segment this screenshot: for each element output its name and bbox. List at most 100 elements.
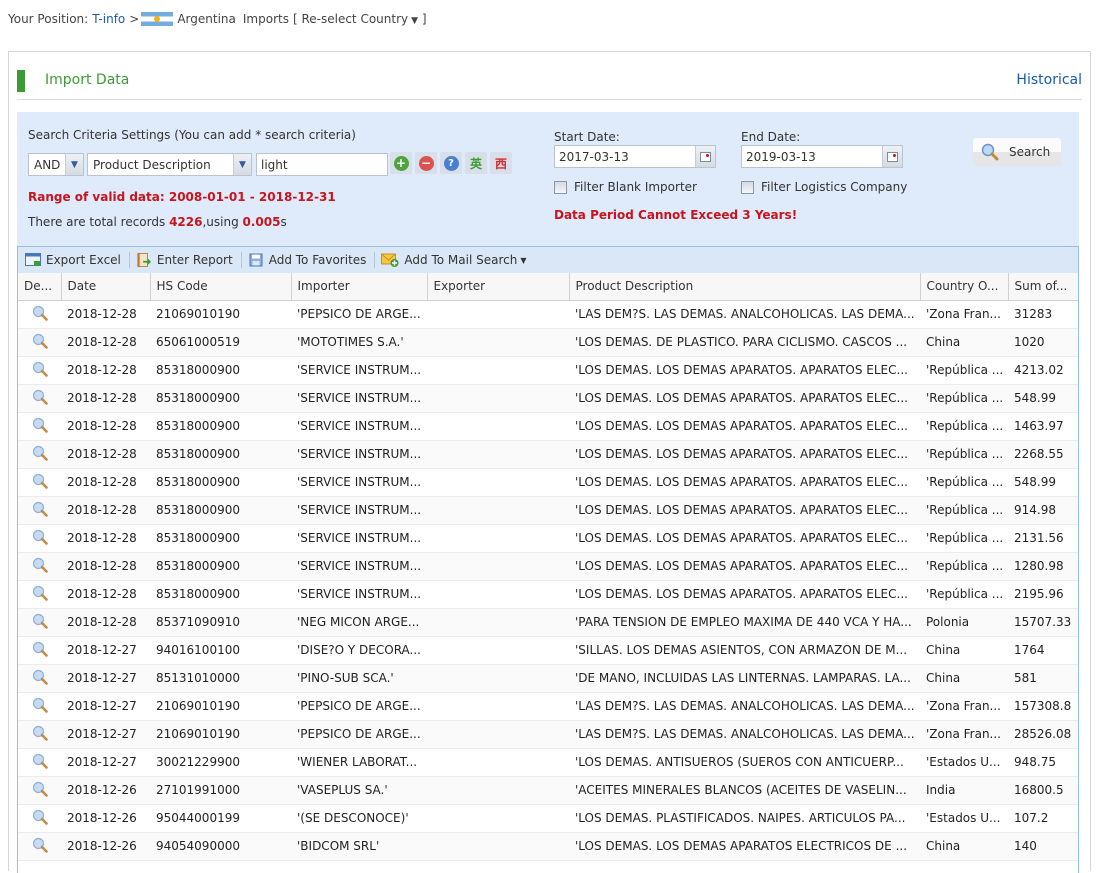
grid-toolbar: Export Excel Enter Report Add To Favorit… [17,246,1079,273]
english-translate-button[interactable]: 英 [465,152,487,174]
table-row[interactable]: 2018-12-28 85318000900 'SERVICE INSTRUM...… [18,384,1078,413]
table-row[interactable]: 2018-12-28 85318000900 'SERVICE INSTRUM...… [18,552,1078,581]
details-cell[interactable] [18,496,61,525]
magnifier-icon[interactable] [32,501,48,517]
table-row[interactable]: 2018-12-28 85318000900 'SERVICE INSTRUM...… [18,440,1078,469]
details-cell[interactable] [18,552,61,581]
magnifier-icon[interactable] [32,333,48,349]
table-row[interactable]: 2018-12-26 94054090000 'BIDCOM SRL' 'LOS DE… [18,832,1078,861]
magnifier-icon[interactable] [32,445,48,461]
exporter-cell [427,804,569,833]
details-cell[interactable] [18,328,61,357]
table-row[interactable]: 2018-12-28 85318000900 'SERVICE INSTRUM...… [18,356,1078,385]
filter-logistics-checkbox[interactable]: Filter Logistics Company [741,180,907,194]
calendar-icon[interactable] [695,146,715,167]
details-cell[interactable] [18,580,61,609]
magnifier-icon[interactable] [32,725,48,741]
magnifier-icon[interactable] [32,529,48,545]
magnifier-icon[interactable] [32,613,48,629]
magnifier-icon[interactable] [32,389,48,405]
reselect-country-link[interactable]: [ Re-select Country ▼ ] [293,12,427,26]
keyword-input[interactable]: light [256,153,388,176]
field-select[interactable]: Product Description ▼ [87,153,252,176]
add-mail-search-button[interactable]: Add To Mail Search ▼ [381,253,532,267]
details-cell[interactable] [18,720,61,749]
spanish-translate-button[interactable]: 西 [490,152,512,174]
table-row[interactable]: 2018-12-28 85318000900 'SERVICE INSTRUM...… [18,468,1078,497]
column-header-product-description[interactable]: Product Description [569,273,921,301]
magnifier-icon[interactable] [32,473,48,489]
magnifier-icon[interactable] [32,585,48,601]
hs-code-cell: 27101991000 [150,776,291,805]
magnifier-icon[interactable] [32,641,48,657]
table-row[interactable]: 2018-12-28 85318000900 'SERVICE INSTRUM...… [18,580,1078,609]
end-date-input[interactable]: 2019-03-13 [741,145,903,168]
magnifier-icon[interactable] [32,305,48,321]
calendar-icon[interactable] [882,146,902,167]
details-cell[interactable] [18,384,61,413]
details-cell[interactable] [18,300,61,329]
table-row[interactable]: 2018-12-28 85371090910 'NEG MICON ARGE... '… [18,608,1078,637]
sum-cell: 548.99 [1008,384,1078,413]
logic-select[interactable]: AND ▼ [28,153,84,176]
table-row[interactable]: 2018-12-28 85318000900 'SERVICE INSTRUM...… [18,412,1078,441]
magnifier-icon[interactable] [32,837,48,853]
details-cell[interactable] [18,440,61,469]
details-cell[interactable] [18,356,61,385]
table-row[interactable]: 2018-12-27 21069010190 'PEPSICO DE ARGE...… [18,720,1078,749]
magnifier-icon[interactable] [32,361,48,377]
magnifier-icon[interactable] [32,697,48,713]
column-header-date[interactable]: Date [61,273,151,301]
details-cell[interactable] [18,748,61,777]
table-row[interactable]: 2018-12-26 95044000199 '(SE DESCONOCE)' 'LO… [18,804,1078,833]
remove-criteria-button[interactable]: − [415,152,437,174]
help-button[interactable]: ? [440,152,462,174]
magnifier-icon[interactable] [32,669,48,685]
start-date-input[interactable]: 2017-03-13 [554,145,716,168]
spanish-char-icon: 西 [494,156,507,171]
search-button[interactable]: Search [973,138,1061,166]
details-cell[interactable] [18,636,61,665]
magnifier-icon[interactable] [32,753,48,769]
details-cell[interactable] [18,468,61,497]
column-header-exporter[interactable]: Exporter [427,273,570,301]
filter-blank-importer-checkbox[interactable]: Filter Blank Importer [554,180,697,194]
magnifier-icon[interactable] [32,557,48,573]
details-cell[interactable] [18,776,61,805]
minus-circle-icon: − [418,155,434,171]
table-row[interactable]: 2018-12-28 21069010190 'PEPSICO DE ARGE...… [18,300,1078,329]
magnifier-icon[interactable] [32,809,48,825]
magnifier-icon[interactable] [32,781,48,797]
details-cell[interactable] [18,832,61,861]
exporter-cell [427,636,569,665]
table-row[interactable]: 2018-12-28 65061000519 'MOTOTIMES S.A.' 'LO… [18,328,1078,357]
export-excel-icon [25,253,41,266]
column-header-importer[interactable]: Importer [291,273,428,301]
table-row[interactable]: 2018-12-27 94016100100 'DISE?O Y DECORA...… [18,636,1078,665]
details-cell[interactable] [18,664,61,693]
magnifier-icon[interactable] [32,417,48,433]
details-cell[interactable] [18,412,61,441]
table-row[interactable]: 2018-12-27 21069010190 'PEPSICO DE ARGE...… [18,692,1078,721]
enter-report-button[interactable]: Enter Report [136,253,239,267]
details-cell[interactable] [18,804,61,833]
details-cell[interactable] [18,692,61,721]
historical-link[interactable]: Historical [1016,72,1082,88]
add-criteria-button[interactable]: + [390,152,412,174]
table-row[interactable]: 2018-12-28 85318000900 'SERVICE INSTRUM...… [18,524,1078,553]
column-header-hs-code[interactable]: HS Code [150,273,292,301]
breadcrumb-section: Imports [242,12,289,26]
details-cell[interactable] [18,608,61,637]
table-row[interactable]: 2018-12-27 30021229900 'WIENER LABORAT... '… [18,748,1078,777]
table-row[interactable]: 2018-12-26 27101991000 'VASEPLUS SA.' 'ACEI… [18,776,1078,805]
details-cell[interactable] [18,524,61,553]
breadcrumb-site-link[interactable]: T-info [92,12,125,26]
column-header-sum[interactable]: Sum of... [1008,273,1078,301]
add-favorites-button[interactable]: Add To Favorites [248,253,373,267]
column-header-country-origin[interactable]: Country O... [920,273,1009,301]
table-row[interactable]: 2018-12-28 85318000900 'SERVICE INSTRUM...… [18,496,1078,525]
table-row[interactable]: 2018-12-27 85131010000 'PINO-SUB SCA.' 'DE … [18,664,1078,693]
export-excel-button[interactable]: Export Excel [25,253,127,267]
column-header-details[interactable]: De... [18,273,62,301]
hs-code-cell: 85318000900 [150,356,291,385]
